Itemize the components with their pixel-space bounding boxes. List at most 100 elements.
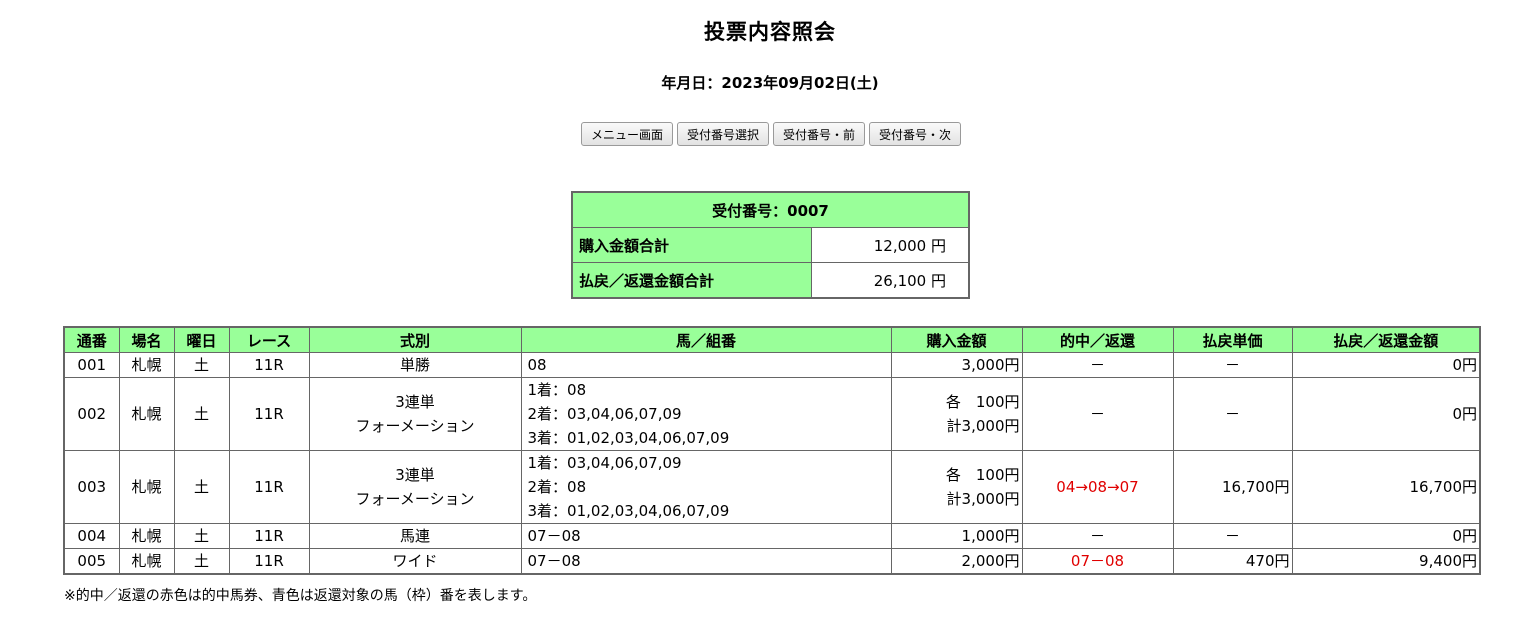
cell-race: 11R <box>228 548 310 575</box>
type-line: 単勝 <box>399 356 430 374</box>
horses-line: 1着：08 <box>527 381 587 399</box>
table-row: 004 札幌 土 11R 馬連 07－08 1,000円 － － 0円 <box>63 523 1481 549</box>
cell-race: 11R <box>228 523 310 549</box>
horses-line: 07－08 <box>527 552 581 570</box>
type-line: ワイド <box>392 552 438 570</box>
receipt-prev-button[interactable]: 受付番号・前 <box>773 122 865 146</box>
cell-horses: 1着：03,04,06,07,09 2着：08 3着：01,02,03,04,0… <box>520 450 892 524</box>
type-line: フォーメーション <box>355 417 475 435</box>
cell-no: 001 <box>63 352 120 378</box>
amount-line: 各 100円 <box>945 466 1020 484</box>
cell-venue: 札幌 <box>118 548 175 575</box>
horses-line: 2着：08 <box>527 478 587 496</box>
cell-amount: 各 100円 計3,000円 <box>890 377 1023 451</box>
cell-type: ワイド <box>308 548 522 575</box>
cell-hit: － <box>1021 352 1174 378</box>
cell-venue: 札幌 <box>118 523 175 549</box>
cell-amount: 2,000円 <box>890 548 1023 575</box>
table-row: 003 札幌 土 11R 3連単 フォーメーション 1着：03,04,06,07… <box>63 450 1481 524</box>
amount-line: 各 100円 <box>945 393 1020 411</box>
cell-hit: 07－08 <box>1021 548 1174 575</box>
amount-line: 計3,000円 <box>946 490 1020 508</box>
type-line: 3連単 <box>395 393 435 411</box>
cell-horses: 1着：08 2着：03,04,06,07,09 3着：01,02,03,04,0… <box>520 377 892 451</box>
cell-payout: 0円 <box>1291 377 1481 451</box>
receipt-select-button[interactable]: 受付番号選択 <box>677 122 769 146</box>
race-date: 年月日：2023年09月02日(土) <box>661 74 879 92</box>
col-header-race: レース <box>228 326 310 353</box>
cell-amount: 1,000円 <box>890 523 1023 549</box>
cell-race: 11R <box>228 377 310 451</box>
cell-no: 002 <box>63 377 120 451</box>
cell-no: 003 <box>63 450 120 524</box>
receipt-next-button[interactable]: 受付番号・次 <box>869 122 961 146</box>
amount-line: 1,000円 <box>961 527 1020 545</box>
table-header-row: 通番 場名 曜日 レース 式別 馬／組番 購入金額 的中／返還 払戻単価 払戻／… <box>63 326 1481 353</box>
cell-venue: 札幌 <box>118 377 175 451</box>
col-header-amount: 購入金額 <box>890 326 1023 353</box>
cell-day: 土 <box>173 548 230 575</box>
cell-unit-price: 470円 <box>1172 548 1293 575</box>
cell-hit: － <box>1021 377 1174 451</box>
cell-payout: 9,400円 <box>1291 548 1481 575</box>
cell-amount: 各 100円 計3,000円 <box>890 450 1023 524</box>
cell-venue: 札幌 <box>118 352 175 378</box>
table-row: 005 札幌 土 11R ワイド 07－08 2,000円 07－08 470円… <box>63 548 1481 575</box>
cell-unit-price: － <box>1172 352 1293 378</box>
cell-hit: － <box>1021 523 1174 549</box>
cell-day: 土 <box>173 523 230 549</box>
col-header-type: 式別 <box>308 326 522 353</box>
horses-line: 2着：03,04,06,07,09 <box>527 405 682 423</box>
horses-line: 07－08 <box>527 527 581 545</box>
table-row: 002 札幌 土 11R 3連単 フォーメーション 1着：08 2着：03,04… <box>63 377 1481 451</box>
col-header-unit-price: 払戻単価 <box>1172 326 1293 353</box>
cell-amount: 3,000円 <box>890 352 1023 378</box>
cell-race: 11R <box>228 450 310 524</box>
summary-table: 受付番号：0007 購入金額合計 12,000 円 払戻／返還金額合計 26,1… <box>571 191 970 299</box>
cell-type: 馬連 <box>308 523 522 549</box>
nav-buttons: メニュー画面 受付番号選択 受付番号・前 受付番号・次 <box>0 122 1527 148</box>
cell-payout: 16,700円 <box>1291 450 1481 524</box>
amount-line: 3,000円 <box>961 356 1020 374</box>
cell-unit-price: － <box>1172 523 1293 549</box>
cell-day: 土 <box>173 450 230 524</box>
horses-line: 08 <box>527 356 547 374</box>
horses-line: 3着：01,02,03,04,06,07,09 <box>527 502 730 520</box>
cell-payout: 0円 <box>1291 352 1481 378</box>
cell-hit: 04→08→07 <box>1021 450 1174 524</box>
purchase-total-label: 購入金額合計 <box>571 227 812 263</box>
cell-horses: 07－08 <box>520 523 892 549</box>
cell-horses: 07－08 <box>520 548 892 575</box>
cell-venue: 札幌 <box>118 450 175 524</box>
amount-line: 2,000円 <box>961 552 1020 570</box>
bets-table: 通番 場名 曜日 レース 式別 馬／組番 購入金額 的中／返還 払戻単価 払戻／… <box>63 326 1481 575</box>
type-line: フォーメーション <box>355 490 475 508</box>
cell-horses: 08 <box>520 352 892 378</box>
cell-payout: 0円 <box>1291 523 1481 549</box>
receipt-number: 受付番号：0007 <box>571 191 970 228</box>
col-header-day: 曜日 <box>173 326 230 353</box>
refund-total-label: 払戻／返還金額合計 <box>571 262 812 299</box>
type-line: 馬連 <box>399 527 430 545</box>
refund-total-value: 26,100 円 <box>811 262 970 299</box>
cell-no: 005 <box>63 548 120 575</box>
cell-race: 11R <box>228 352 310 378</box>
col-header-horses: 馬／組番 <box>520 326 892 353</box>
cell-type: 3連単 フォーメーション <box>308 377 522 451</box>
col-header-hit: 的中／返還 <box>1021 326 1174 353</box>
cell-day: 土 <box>173 377 230 451</box>
cell-unit-price: － <box>1172 377 1293 451</box>
amount-line: 計3,000円 <box>946 417 1020 435</box>
page-title: 投票内容照会 <box>704 20 836 44</box>
col-header-no: 通番 <box>63 326 120 353</box>
cell-type: 単勝 <box>308 352 522 378</box>
table-row: 001 札幌 土 11R 単勝 08 3,000円 － － 0円 <box>63 352 1481 378</box>
cell-no: 004 <box>63 523 120 549</box>
col-header-venue: 場名 <box>118 326 175 353</box>
legend-note: ※的中／返還の赤色は的中馬券、青色は返還対象の馬（枠）番を表します。 <box>64 588 537 604</box>
horses-line: 3着：01,02,03,04,06,07,09 <box>527 429 730 447</box>
cell-day: 土 <box>173 352 230 378</box>
cell-type: 3連単 フォーメーション <box>308 450 522 524</box>
cell-unit-price: 16,700円 <box>1172 450 1293 524</box>
menu-button[interactable]: メニュー画面 <box>581 122 673 146</box>
